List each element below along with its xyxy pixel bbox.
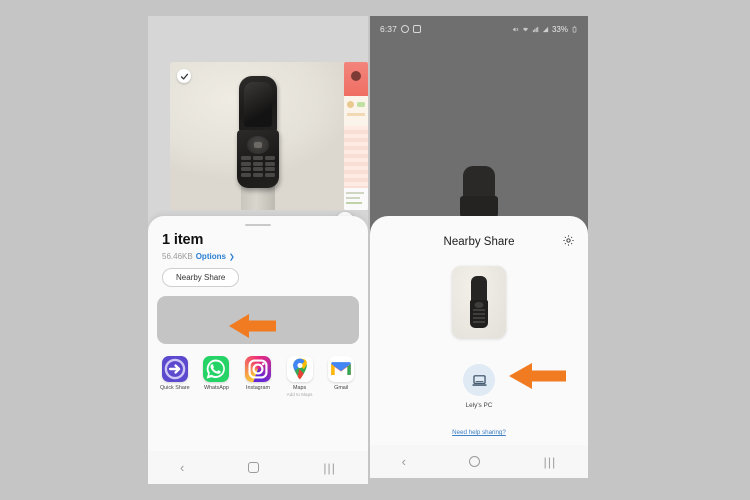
app-label: Gmail <box>334 385 349 391</box>
gmail-icon <box>328 356 355 382</box>
back-button[interactable]: ‹ <box>402 454 406 469</box>
sheet-drag-handle[interactable] <box>245 224 271 226</box>
device-target-lelys-pc[interactable]: Lely's PC <box>448 364 510 409</box>
app-target-gmail[interactable]: Gmail <box>324 356 358 397</box>
instagram-icon <box>244 356 271 382</box>
recents-button[interactable]: ||| <box>323 461 336 475</box>
app-label: Instagram <box>246 385 270 391</box>
app-sublabel: Add to Maps <box>286 391 313 397</box>
laptop-icon <box>463 364 495 396</box>
status-right: 33% <box>512 25 578 34</box>
shared-file-thumbnail[interactable] <box>452 266 506 338</box>
share-size-and-options: 56.46KB Options ❯ <box>162 252 235 261</box>
signal-bars-icon <box>542 26 549 32</box>
home-square-icon[interactable] <box>469 456 481 467</box>
back-button[interactable]: ‹ <box>180 460 184 475</box>
app-target-maps[interactable]: Maps Add to Maps <box>283 356 317 397</box>
share-item-count: 1 item <box>162 232 204 248</box>
google-maps-icon <box>286 356 313 382</box>
nearby-share-button[interactable]: Nearby Share <box>162 268 240 287</box>
app-target-quick-share[interactable]: Quick Share <box>158 356 192 397</box>
adjacent-photo-thumbnail[interactable] <box>344 62 368 210</box>
battery-icon <box>572 25 577 32</box>
quick-share-icon <box>161 356 188 382</box>
signal-icon <box>532 26 539 32</box>
nearby-share-panel: Nearby Share Lely's PC Need help sharing… <box>370 216 588 478</box>
arrow-to-device-lelys-pc <box>508 362 566 390</box>
selected-photo[interactable] <box>170 62 346 210</box>
gear-icon[interactable] <box>560 232 576 248</box>
screenshot-stage: 1 item 56.46KB Options ❯ Nearby Share Qu… <box>0 0 750 500</box>
android-navbar-left: ‹ ||| <box>148 451 368 484</box>
app-label: Maps <box>292 385 307 391</box>
home-square-icon[interactable] <box>248 462 260 473</box>
android-navbar-right: ‹ ||| <box>370 445 588 478</box>
mute-icon <box>513 26 519 32</box>
whatsapp-icon <box>400 25 409 33</box>
left-phone-screen: 1 item 56.46KB Options ❯ Nearby Share Qu… <box>148 16 368 484</box>
app-target-whatsapp[interactable]: WhatsApp <box>199 356 233 397</box>
help-link[interactable]: Need help sharing? <box>370 429 588 436</box>
status-time: 6:37 <box>380 24 397 34</box>
status-left: 6:37 <box>380 24 421 34</box>
check-circle-icon[interactable] <box>177 69 191 83</box>
wifi-icon <box>522 27 529 31</box>
app-label: Quick Share <box>159 385 190 391</box>
dimmed-flip-phone <box>460 166 498 222</box>
dimmed-background: 6:37 33% <box>370 16 588 246</box>
status-bar: 6:37 33% <box>370 16 588 42</box>
app-target-instagram[interactable]: Instagram <box>241 356 275 397</box>
battery-percent: 33% <box>551 24 568 34</box>
chevron-right-icon: ❯ <box>228 253 235 261</box>
share-file-size: 56.46KB <box>162 252 193 261</box>
right-phone-screen: 6:37 33% Nearby Share Lely's PC Need hel… <box>370 16 588 478</box>
whatsapp-icon <box>203 356 230 382</box>
app-targets-row: Quick Share WhatsApp Instagram Maps Add … <box>148 356 368 397</box>
options-link[interactable]: Options <box>196 252 226 261</box>
instagram-icon <box>412 25 421 33</box>
arrow-to-nearby-share-button <box>228 313 276 339</box>
device-name: Lely's PC <box>465 402 493 409</box>
recents-button[interactable]: ||| <box>544 455 557 469</box>
app-label: WhatsApp <box>203 385 229 391</box>
flip-phone-subject <box>237 76 279 188</box>
panel-title: Nearby Share <box>443 236 515 248</box>
